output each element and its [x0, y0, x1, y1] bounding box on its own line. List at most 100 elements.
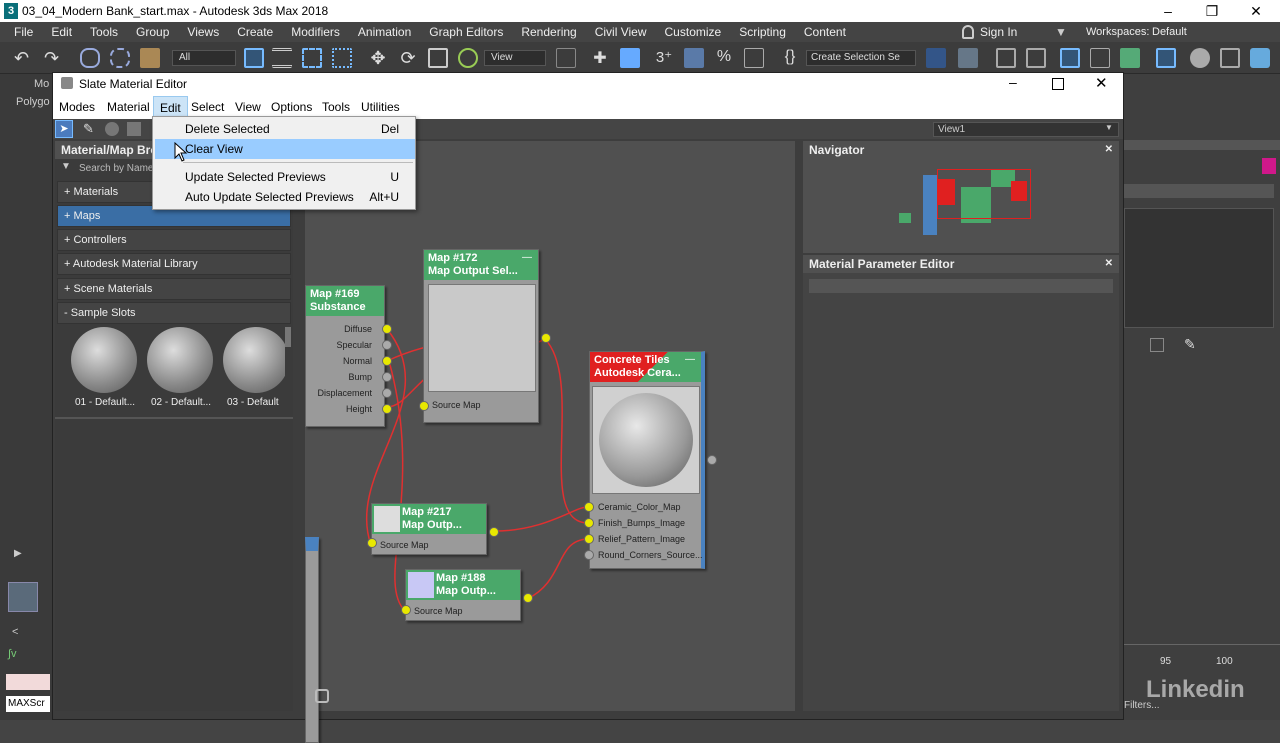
percent-snap-icon[interactable]: % [714, 48, 734, 68]
rect-selection-icon[interactable] [302, 48, 322, 68]
place-icon[interactable] [458, 48, 478, 68]
bind-space-warp-icon[interactable] [140, 48, 160, 68]
socket-217-source[interactable] [367, 538, 377, 548]
put-to-scene-icon[interactable] [105, 122, 119, 136]
node-map-172[interactable]: Map #172 Map Output Sel... — Source Map [423, 249, 539, 423]
menu-group[interactable]: Group [127, 22, 178, 42]
socket-displacement[interactable] [382, 388, 392, 398]
angle-snap-icon[interactable] [684, 48, 704, 68]
slate-menu-material[interactable]: Material [107, 100, 150, 114]
navigator-close-icon[interactable]: ✕ [1105, 141, 1113, 159]
rendered-frame-window-icon[interactable] [1220, 48, 1240, 68]
menu-tools[interactable]: Tools [81, 22, 127, 42]
node-partial-left[interactable] [305, 537, 319, 743]
category-autodesk-material-library[interactable]: + Autodesk Material Library [57, 253, 291, 275]
render-setup-icon[interactable] [1190, 48, 1210, 68]
sample-slot-1[interactable]: 01 - Default... [71, 327, 141, 411]
slate-menu-view[interactable]: View [235, 100, 261, 114]
align-icon[interactable] [958, 48, 978, 68]
pivot-center-icon[interactable] [556, 48, 576, 68]
mirror-icon[interactable] [926, 48, 946, 68]
move-icon[interactable]: ✥ [368, 48, 388, 68]
select-object-icon[interactable] [244, 48, 264, 68]
socket-relief-pattern[interactable] [584, 534, 594, 544]
workspaces-dropdown[interactable]: Default [1152, 26, 1262, 38]
lock-icon[interactable] [315, 689, 329, 703]
maxscript-mini-listener[interactable] [6, 674, 50, 690]
sample-slots-scrollbar[interactable] [285, 327, 291, 347]
menu-modifiers[interactable]: Modifiers [282, 22, 349, 42]
menu-rendering[interactable]: Rendering [512, 22, 585, 42]
menu-item-delete-selected[interactable]: Delete Selected Del [155, 119, 415, 139]
undo-icon[interactable]: ↶ [14, 48, 34, 68]
socket-diffuse[interactable] [382, 324, 392, 334]
slate-menu-options[interactable]: Options [271, 100, 312, 114]
color-swatch[interactable] [1262, 158, 1276, 174]
select-by-name-icon[interactable] [272, 48, 292, 68]
socket-height[interactable] [382, 404, 392, 414]
minimize-icon[interactable]: – [1146, 0, 1190, 22]
rotate-icon[interactable]: ⟳ [398, 48, 418, 68]
sign-in-dropdown-icon[interactable]: ▼ [1055, 25, 1067, 39]
menu-civil-view[interactable]: Civil View [586, 22, 656, 42]
unlink-icon[interactable] [110, 48, 130, 68]
slate-minimize-icon[interactable]: – [1009, 74, 1017, 90]
menu-views[interactable]: Views [178, 22, 228, 42]
slate-menu-utilities[interactable]: Utilities [361, 100, 400, 114]
max-listener-icon[interactable]: ∫v [8, 648, 17, 660]
sample-slot-2[interactable]: 02 - Default... [147, 327, 217, 411]
scale-icon[interactable] [428, 48, 448, 68]
menu-edit[interactable]: Edit [42, 22, 81, 42]
category-scene-materials[interactable]: + Scene Materials [57, 278, 291, 300]
menu-create[interactable]: Create [228, 22, 282, 42]
menu-animation[interactable]: Animation [349, 22, 420, 42]
socket-217-output[interactable] [489, 527, 499, 537]
socket-normal[interactable] [382, 356, 392, 366]
curve-editor-icon[interactable] [1090, 48, 1110, 68]
navigator-panel[interactable] [803, 159, 1119, 253]
redo-icon[interactable]: ↷ [44, 48, 64, 68]
slate-menu-tools[interactable]: Tools [322, 100, 350, 114]
menu-item-update-selected-previews[interactable]: Update Selected Previews U [155, 167, 415, 187]
window-crossing-icon[interactable] [332, 48, 352, 68]
show-end-result-icon[interactable] [1150, 338, 1164, 352]
snaps-toggle-icon[interactable]: 3⁺ [654, 48, 674, 68]
socket-concrete-output[interactable] [707, 455, 717, 465]
timeline-ruler[interactable] [1124, 644, 1280, 664]
link-icon[interactable] [80, 48, 100, 68]
sign-in-link[interactable]: Sign In [980, 25, 1017, 39]
material-editor-icon[interactable] [1156, 48, 1176, 68]
maxscript-input[interactable]: MAXScr [6, 696, 50, 712]
slate-menu-modes[interactable]: Modes [59, 100, 95, 114]
render-production-icon[interactable] [1250, 48, 1270, 68]
menu-content[interactable]: Content [795, 22, 855, 42]
menu-customize[interactable]: Customize [656, 22, 731, 42]
toggle-layer-explorer-icon[interactable] [1026, 48, 1046, 68]
slate-maximize-icon[interactable] [1052, 78, 1064, 90]
collapse-left-icon[interactable]: < [12, 626, 18, 638]
tab-polygon[interactable]: Polygo [16, 96, 50, 108]
node-map-217[interactable]: Map #217 Map Outp... Source Map [371, 503, 487, 555]
restore-icon[interactable]: ❐ [1190, 0, 1234, 22]
browser-options-icon[interactable]: ▼ [61, 161, 71, 172]
view-tab-dropdown[interactable]: View1 [933, 122, 1119, 137]
assign-material-icon[interactable] [127, 122, 141, 136]
spinner-snap-icon[interactable] [744, 48, 764, 68]
socket-188-source[interactable] [401, 605, 411, 615]
menu-item-clear-view[interactable]: Clear View [155, 139, 415, 159]
viewport-thumb[interactable] [8, 582, 38, 612]
socket-188-output[interactable] [523, 593, 533, 603]
schematic-view-icon[interactable] [1120, 48, 1140, 68]
modifier-list-dropdown[interactable] [1124, 184, 1274, 198]
node-concrete-collapse-icon[interactable]: — [685, 354, 695, 365]
edit-named-selection-icon[interactable]: {} [780, 48, 800, 68]
ref-coord-dropdown[interactable]: View [484, 50, 546, 66]
node-concrete-tiles[interactable]: Concrete Tiles Autodesk Cera... — Cerami… [589, 351, 705, 569]
sample-slot-3[interactable]: 03 - Default [223, 327, 285, 411]
category-controllers[interactable]: + Controllers [57, 229, 291, 251]
socket-bump[interactable] [382, 372, 392, 382]
menu-scripting[interactable]: Scripting [730, 22, 795, 42]
keyboard-shortcut-icon[interactable] [620, 48, 640, 68]
minimap-viewport-rect[interactable] [937, 169, 1031, 219]
socket-172-source[interactable] [419, 401, 429, 411]
